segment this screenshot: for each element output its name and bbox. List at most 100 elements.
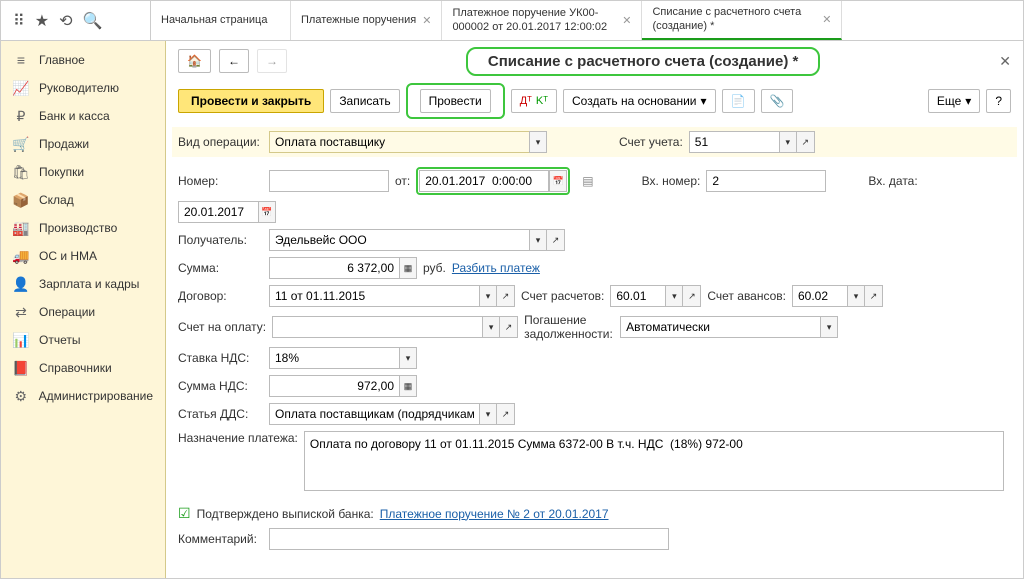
tab-1[interactable]: Платежные поручения✕: [291, 1, 442, 40]
dds-open[interactable]: ↗: [497, 403, 515, 425]
sidebar-icon: 📕: [13, 360, 29, 376]
sidebar-item-8[interactable]: 👤Зарплата и кадры: [1, 270, 165, 298]
tab-2[interactable]: Платежное поручение УК00-000002 от 20.01…: [442, 1, 642, 40]
settle-acc-open[interactable]: ↗: [683, 285, 701, 307]
debt-dropdown[interactable]: ▾: [820, 316, 838, 338]
sidebar-label: Покупки: [39, 165, 84, 179]
settle-acc-input[interactable]: [610, 285, 665, 307]
sidebar-item-7[interactable]: 🚚ОС и НМА: [1, 242, 165, 270]
tab-3[interactable]: Списание с расчетного счета (создание) *…: [642, 1, 842, 40]
invoice-label: Счет на оплату:: [178, 320, 266, 334]
history-icon[interactable]: ⟲: [59, 11, 72, 31]
vat-sum-label: Сумма НДС:: [178, 379, 263, 393]
sidebar-item-5[interactable]: 📦Склад: [1, 186, 165, 214]
checkbox-checked-icon[interactable]: ☑: [178, 505, 191, 522]
sidebar-item-2[interactable]: ₽Банк и касса: [1, 102, 165, 130]
debt-input[interactable]: [620, 316, 820, 338]
home-button[interactable]: 🏠: [178, 49, 211, 73]
op-type-input[interactable]: [269, 131, 529, 153]
advance-acc-dropdown[interactable]: ▾: [847, 285, 865, 307]
invoice-dropdown[interactable]: ▾: [482, 316, 500, 338]
comment-label: Комментарий:: [178, 532, 263, 546]
date-input[interactable]: [419, 170, 549, 192]
tab-label: Списание с расчетного счета (создание) *: [652, 6, 816, 32]
tab-close-icon[interactable]: ✕: [422, 14, 431, 27]
contract-input[interactable]: [269, 285, 479, 307]
contract-label: Договор:: [178, 289, 263, 303]
post-and-close-button[interactable]: Провести и закрыть: [178, 89, 324, 113]
vat-rate-dropdown[interactable]: ▾: [399, 347, 417, 369]
confirmed-link[interactable]: Платежное поручение № 2 от 20.01.2017: [380, 507, 609, 521]
invoice-input[interactable]: [272, 316, 482, 338]
create-based-button[interactable]: Создать на основании ▾: [563, 89, 716, 113]
op-type-dropdown[interactable]: ▾: [529, 131, 547, 153]
number-input[interactable]: [269, 170, 389, 192]
sidebar-icon: 👤: [13, 276, 29, 292]
star-icon[interactable]: ★: [35, 11, 49, 31]
sum-calc[interactable]: ▦: [399, 257, 417, 279]
vat-rate-input[interactable]: [269, 347, 399, 369]
more-button[interactable]: Еще ▾: [928, 89, 980, 113]
in-date-calendar[interactable]: 📅: [258, 201, 276, 223]
contract-dropdown[interactable]: ▾: [479, 285, 497, 307]
account-open[interactable]: ↗: [797, 131, 815, 153]
apps-icon[interactable]: ⠿: [13, 11, 25, 31]
in-date-label: Вх. дата:: [868, 174, 917, 188]
sum-input[interactable]: [269, 257, 399, 279]
sidebar-item-10[interactable]: 📊Отчеты: [1, 326, 165, 354]
sidebar-item-9[interactable]: ⇄Операции: [1, 298, 165, 326]
sidebar-item-1[interactable]: 📈Руководителю: [1, 74, 165, 102]
vat-sum-calc[interactable]: ▦: [399, 375, 417, 397]
from-label: от:: [395, 174, 410, 188]
dds-dropdown[interactable]: ▾: [479, 403, 497, 425]
recipient-input[interactable]: [269, 229, 529, 251]
currency-label: руб.: [423, 261, 446, 275]
sidebar-icon: 📦: [13, 192, 29, 208]
forward-button[interactable]: →: [257, 49, 287, 73]
account-dropdown[interactable]: ▾: [779, 131, 797, 153]
sidebar-item-3[interactable]: 🛒Продажи: [1, 130, 165, 158]
post-button[interactable]: Провести: [420, 89, 491, 113]
sidebar-item-12[interactable]: ⚙Администрирование: [1, 382, 165, 410]
attach-button[interactable]: 📎: [761, 89, 794, 113]
purpose-input[interactable]: [304, 431, 1004, 491]
sidebar-label: Продажи: [39, 137, 89, 151]
contract-open[interactable]: ↗: [497, 285, 515, 307]
tab-label: Начальная страница: [161, 14, 267, 27]
sidebar-item-0[interactable]: ≡Главное: [1, 46, 165, 74]
close-icon[interactable]: ✕: [999, 53, 1011, 70]
help-button[interactable]: ?: [986, 89, 1011, 113]
tab-close-icon[interactable]: ✕: [622, 14, 631, 27]
dds-input[interactable]: [269, 403, 479, 425]
invoice-open[interactable]: ↗: [500, 316, 518, 338]
doc-icon[interactable]: ▤: [582, 174, 593, 188]
title-bar: 🏠 ← → Списание с расчетного счета (созда…: [178, 49, 1011, 73]
save-button[interactable]: Записать: [330, 89, 399, 113]
search-icon[interactable]: 🔍: [82, 11, 102, 31]
recipient-dropdown[interactable]: ▾: [529, 229, 547, 251]
date-calendar[interactable]: 📅: [549, 170, 567, 192]
comment-input[interactable]: [269, 528, 669, 550]
vat-sum-input[interactable]: [269, 375, 399, 397]
recipient-open[interactable]: ↗: [547, 229, 565, 251]
sidebar-item-11[interactable]: 📕Справочники: [1, 354, 165, 382]
sidebar-icon: ≡: [13, 52, 29, 68]
sidebar-item-6[interactable]: 🏭Производство: [1, 214, 165, 242]
tab-close-icon[interactable]: ✕: [822, 13, 831, 26]
in-date-input[interactable]: [178, 201, 258, 223]
back-button[interactable]: ←: [219, 49, 249, 73]
dt-kt-button[interactable]: ДᵀKᵀ: [511, 89, 557, 113]
sidebar-item-4[interactable]: 🛍Покупки: [1, 158, 165, 186]
print-button[interactable]: 📄: [722, 89, 755, 113]
dt-kt-icon: Дᵀ: [520, 95, 532, 107]
split-payment-link[interactable]: Разбить платеж: [452, 261, 540, 275]
tabs: Начальная страница Платежные поручения✕Пл…: [151, 1, 1023, 40]
advance-acc-input[interactable]: [792, 285, 847, 307]
in-number-input[interactable]: [706, 170, 826, 192]
dds-label: Статья ДДС:: [178, 407, 263, 421]
sidebar-label: Операции: [39, 305, 95, 319]
tab-0[interactable]: Начальная страница: [151, 1, 291, 40]
advance-acc-open[interactable]: ↗: [865, 285, 883, 307]
settle-acc-dropdown[interactable]: ▾: [665, 285, 683, 307]
account-input[interactable]: [689, 131, 779, 153]
